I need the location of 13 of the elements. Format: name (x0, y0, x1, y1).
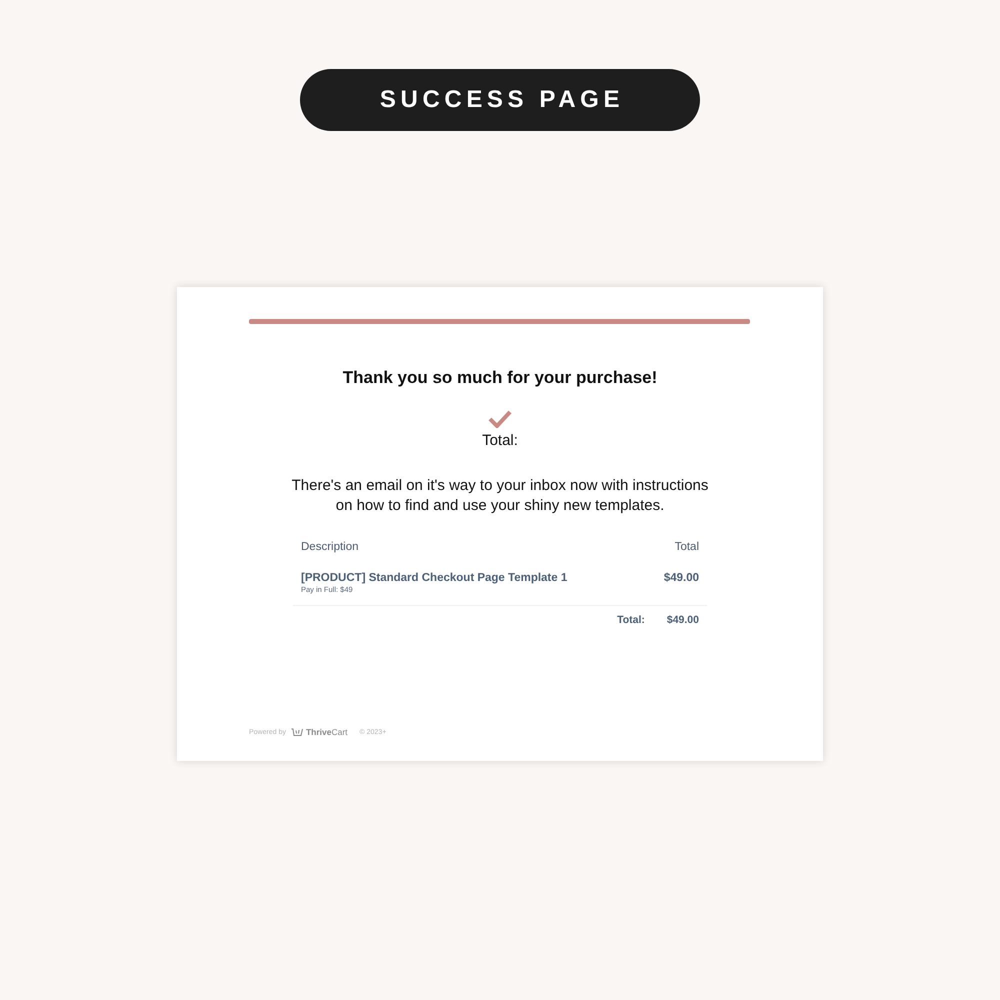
confirmation-message: There's an email on it's way to your inbox now with instructions on how to find and use your shiny new templates. (290, 476, 710, 516)
total-label: Total: (482, 432, 518, 450)
column-header: Description (301, 540, 359, 554)
line-total: $49.00 (664, 571, 699, 586)
product-name: [PRODUCT] Standard Checkout Page Template 1 (301, 571, 568, 585)
checkmark-icon (488, 410, 512, 428)
brand-name: ThriveCart (306, 727, 348, 737)
cart-logo-icon (290, 728, 303, 736)
column-header: Total (674, 540, 699, 554)
summary-value: $49.00 (666, 614, 699, 627)
section-title-badge: SUCCESS PAGE (300, 69, 700, 131)
thank-you-heading: Thank you so much for your purchase! (342, 368, 658, 388)
summary-label: Total: (617, 614, 645, 627)
